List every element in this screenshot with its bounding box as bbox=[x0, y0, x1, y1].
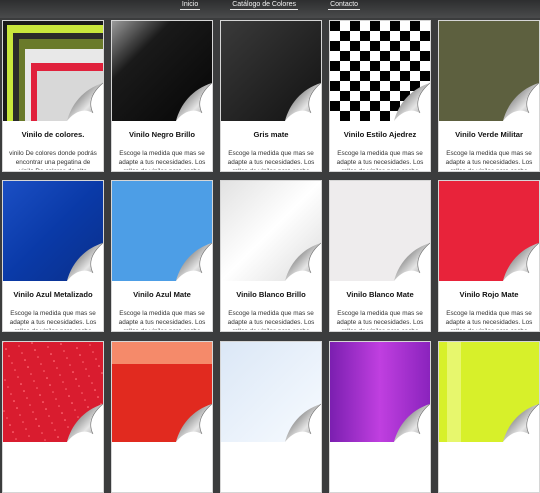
product-swatch-image[interactable] bbox=[330, 181, 430, 281]
top-navigation: Inicio Catálogo de Colores Contacto bbox=[0, 0, 540, 18]
product-swatch-image[interactable] bbox=[439, 21, 539, 121]
product-card[interactable]: Vinilo Rojo Mate Escoge la medida que mas… bbox=[438, 180, 540, 332]
nav-item-contacto[interactable]: Contacto bbox=[328, 0, 361, 10]
product-description: Escoge la medida que mas se adapte a tus… bbox=[445, 150, 533, 170]
product-description: Escoge la medida que mas se adapte a tus… bbox=[445, 310, 533, 330]
product-swatch-image[interactable] bbox=[112, 181, 212, 281]
product-description bbox=[118, 470, 206, 491]
product-grid: Vinilo de colores. vinilo De colores dond… bbox=[0, 0, 540, 493]
product-title[interactable]: Vinilo Rojo Mate bbox=[439, 290, 539, 299]
product-swatch-image[interactable] bbox=[330, 342, 430, 442]
product-swatch-image[interactable] bbox=[439, 181, 539, 281]
product-card[interactable] bbox=[2, 341, 104, 493]
product-swatch-image[interactable] bbox=[221, 342, 321, 442]
product-swatch-image[interactable] bbox=[439, 342, 539, 442]
product-description bbox=[445, 470, 533, 491]
product-card[interactable] bbox=[329, 341, 431, 493]
product-card[interactable]: Vinilo Azul Metalizado Escoge la medida q… bbox=[2, 180, 104, 332]
product-card[interactable] bbox=[220, 341, 322, 493]
product-description bbox=[227, 470, 315, 491]
product-card[interactable]: Vinilo Blanco Mate Escoge la medida que m… bbox=[329, 180, 431, 332]
product-description: Escoge la medida que mas se adapte a tus… bbox=[227, 310, 315, 330]
product-card[interactable]: Vinilo de colores. vinilo De colores dond… bbox=[2, 20, 104, 172]
product-swatch-image[interactable] bbox=[3, 342, 103, 442]
product-title[interactable]: Vinilo Azul Metalizado bbox=[3, 290, 103, 299]
product-card[interactable]: Vinilo Estilo Ajedrez Escoge la medida qu… bbox=[329, 20, 431, 172]
product-card[interactable]: Gris mate Escoge la medida que mas se ada… bbox=[220, 20, 322, 172]
product-swatch-image[interactable] bbox=[3, 181, 103, 281]
product-swatch-image[interactable] bbox=[221, 21, 321, 121]
product-card[interactable]: Vinilo Verde Militar Escoge la medida que… bbox=[438, 20, 540, 172]
product-swatch-image[interactable] bbox=[221, 181, 321, 281]
product-swatch-image[interactable] bbox=[112, 342, 212, 442]
product-description: Escoge la medida que mas se adapte a tus… bbox=[336, 310, 424, 330]
product-description: Escoge la medida que mas se adapte a tus… bbox=[336, 150, 424, 170]
product-title[interactable]: Vinilo Blanco Mate bbox=[330, 290, 430, 299]
product-card[interactable] bbox=[438, 341, 540, 493]
product-title[interactable]: Vinilo Negro Brillo bbox=[112, 130, 212, 139]
product-description: Escoge la medida que mas se adapte a tus… bbox=[118, 310, 206, 330]
product-swatch-image[interactable] bbox=[112, 21, 212, 121]
product-card[interactable]: Vinilo Blanco Brillo Escoge la medida que… bbox=[220, 180, 322, 332]
product-title[interactable]: Vinilo Verde Militar bbox=[439, 130, 539, 139]
product-card[interactable] bbox=[111, 341, 213, 493]
product-title[interactable]: Vinilo Azul Mate bbox=[112, 290, 212, 299]
product-card[interactable]: Vinilo Azul Mate Escoge la medida que mas… bbox=[111, 180, 213, 332]
product-swatch-image[interactable] bbox=[330, 21, 430, 121]
product-title[interactable]: Vinilo Estilo Ajedrez bbox=[330, 130, 430, 139]
product-title[interactable]: Vinilo de colores. bbox=[3, 130, 103, 139]
product-description bbox=[9, 470, 97, 491]
product-title[interactable]: Gris mate bbox=[221, 130, 321, 139]
product-swatch-image[interactable] bbox=[3, 21, 103, 121]
product-description: Escoge la medida que mas se adapte a tus… bbox=[9, 310, 97, 330]
product-description: vinilo De colores donde podrás encontrar… bbox=[9, 150, 97, 170]
product-description: Escoge la medida que mas se adapte a tus… bbox=[227, 150, 315, 170]
nav-item-catalogo[interactable]: Catálogo de Colores bbox=[230, 0, 299, 10]
nav-item-inicio[interactable]: Inicio bbox=[179, 0, 201, 10]
product-title[interactable]: Vinilo Blanco Brillo bbox=[221, 290, 321, 299]
product-description: Escoge la medida que mas se adapte a tus… bbox=[118, 150, 206, 170]
product-card[interactable]: Vinilo Negro Brillo Escoge la medida que … bbox=[111, 20, 213, 172]
product-description bbox=[336, 470, 424, 491]
